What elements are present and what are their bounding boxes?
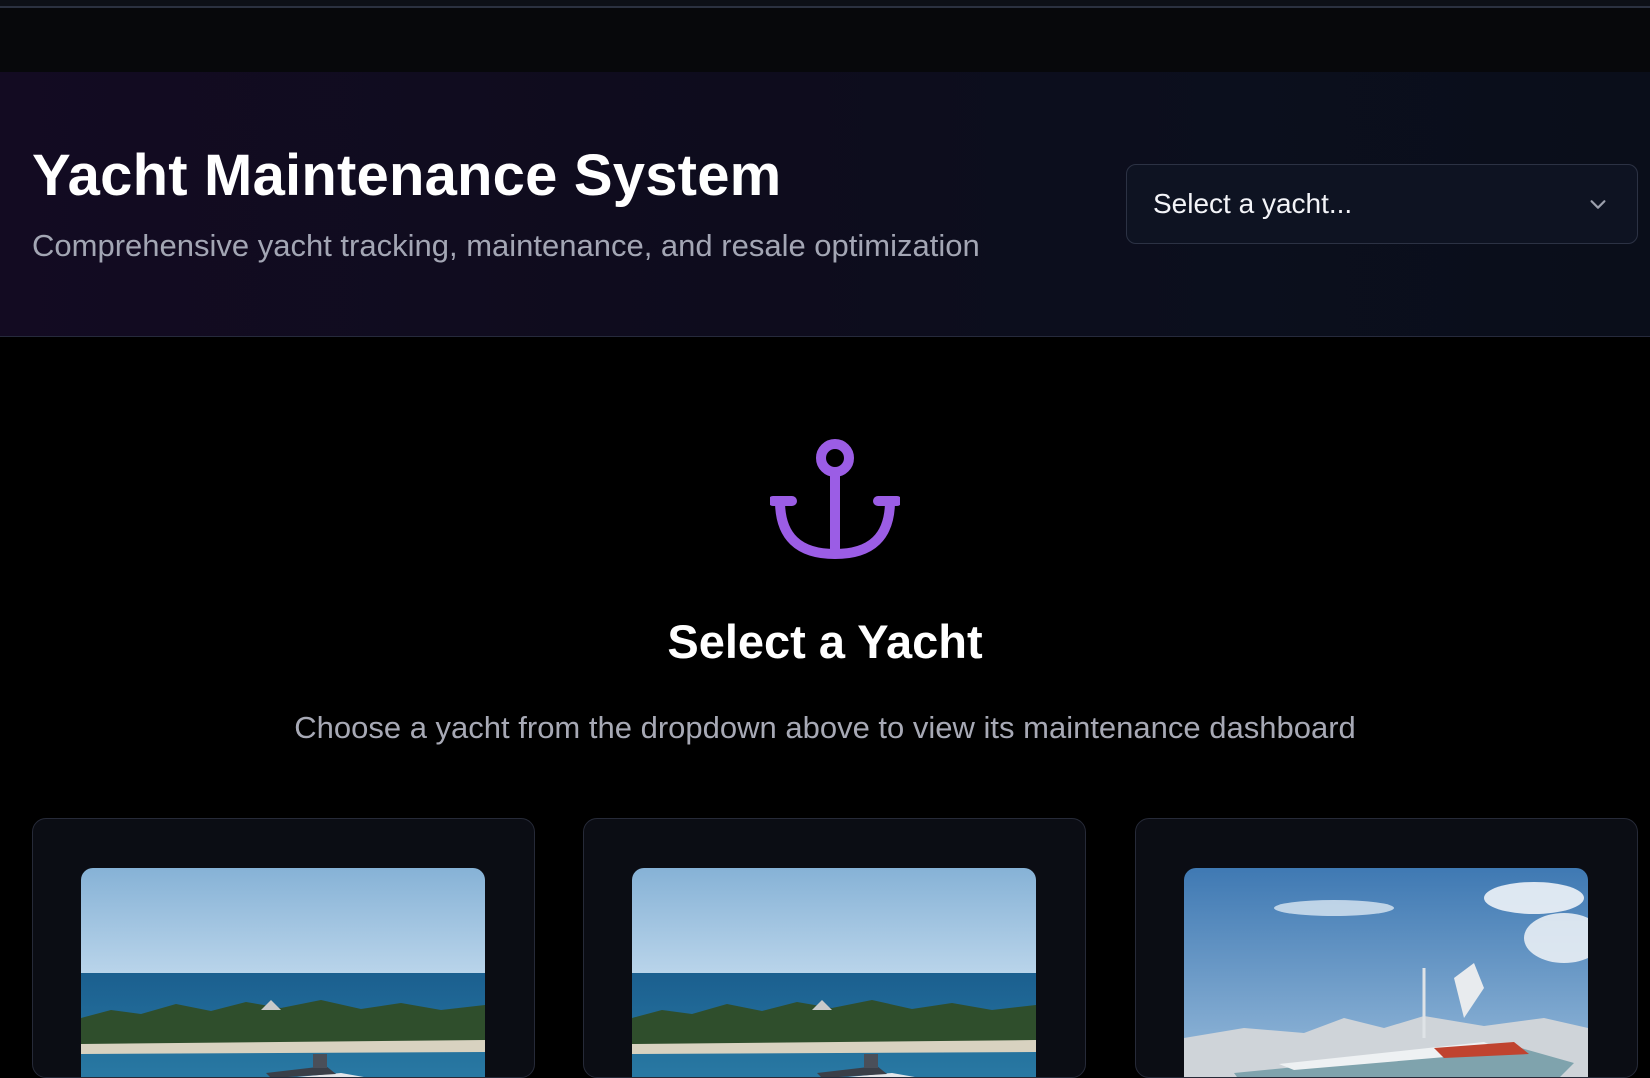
- yacht-select-placeholder: Select a yacht...: [1153, 188, 1353, 219]
- page-header: Yacht Maintenance System Comprehensive y…: [0, 72, 1650, 337]
- anchor-icon: [770, 439, 900, 560]
- empty-state-description: Choose a yacht from the dropdown above t…: [294, 710, 1356, 745]
- page-title: Yacht Maintenance System: [32, 143, 782, 208]
- chevron-down-icon: [1590, 200, 1606, 209]
- page-subtitle: Comprehensive yacht tracking, maintenanc…: [32, 228, 980, 263]
- yacht-select-dropdown[interactable]: Select a yacht...: [1126, 164, 1638, 244]
- yacht-photo-marina: [1184, 868, 1588, 1077]
- empty-state-heading: Select a Yacht: [667, 615, 983, 668]
- top-edge: [0, 0, 1650, 8]
- yacht-card[interactable]: [1135, 818, 1638, 1078]
- yacht-card[interactable]: [32, 818, 535, 1078]
- yacht-card[interactable]: [583, 818, 1086, 1078]
- top-bar: [0, 8, 1650, 72]
- yacht-photo-island: [632, 868, 1036, 1077]
- yacht-photo-island: [81, 868, 485, 1077]
